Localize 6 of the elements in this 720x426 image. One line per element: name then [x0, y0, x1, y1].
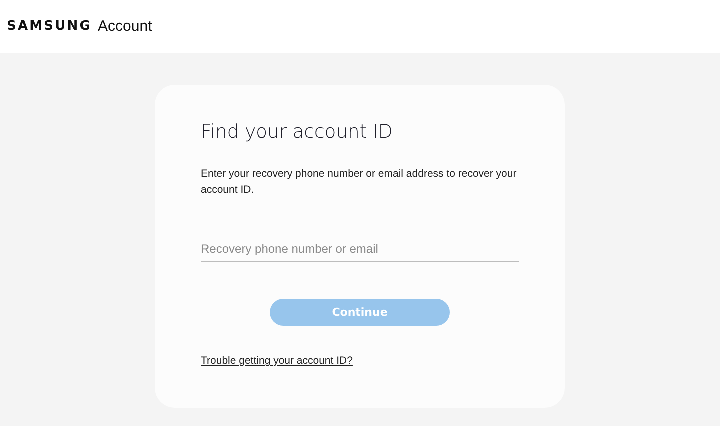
brand-logo: SAMSUNG	[7, 19, 92, 34]
page-title: Find your account ID	[201, 121, 394, 143]
help-link[interactable]: Trouble getting your account ID?	[201, 355, 353, 367]
description: Enter your recovery phone number or email address to recover your account ID.	[201, 167, 518, 198]
input-field[interactable]: Recovery phone number or email	[201, 242, 519, 262]
product-name: Account	[98, 18, 152, 35]
